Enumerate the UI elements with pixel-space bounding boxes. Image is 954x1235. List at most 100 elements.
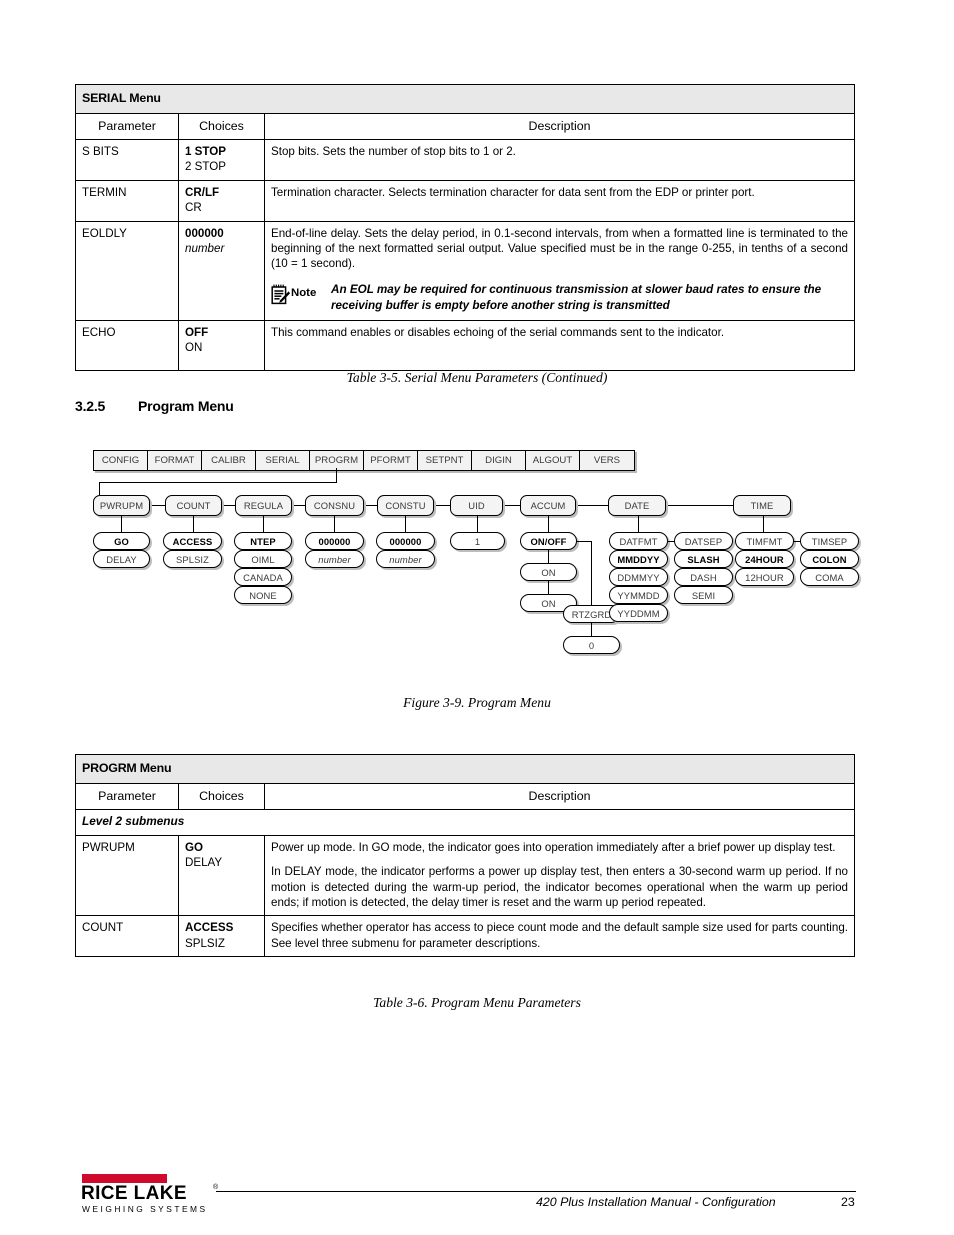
param-name: ECHO [75, 320, 179, 371]
choice-accum-on-1[interactable]: ON [520, 563, 577, 581]
node-timsep[interactable]: TIMSEP [800, 532, 859, 550]
menu-item-pformt[interactable]: PFORMT [364, 451, 418, 470]
node-timfmt[interactable]: TIMFMT [735, 532, 794, 550]
choice-ntep[interactable]: NTEP [234, 532, 292, 550]
choice-delay[interactable]: DELAY [93, 550, 150, 568]
choice-consnu-default[interactable]: 000000 [305, 532, 364, 550]
choice-rtzgrd-0[interactable]: 0 [563, 636, 620, 654]
param-choices: GO DELAY [178, 834, 265, 917]
menu-item-format[interactable]: FORMAT [148, 451, 202, 470]
menu-item-serial[interactable]: SERIAL [256, 451, 310, 470]
choice-default: 000000 [185, 226, 224, 240]
progrm-menu-table: PROGRM Menu Parameter Choices Descriptio… [75, 754, 855, 958]
column-header-parameter: Parameter [75, 782, 179, 810]
choice-go[interactable]: GO [93, 532, 150, 550]
page-footer: RICE LAKE ® WEIGHING SYSTEMS 420 Plus In… [0, 1168, 954, 1228]
figure-caption: Figure 3-9. Program Menu [403, 695, 551, 710]
connector [666, 505, 736, 507]
menu-item-config[interactable]: CONFIG [94, 451, 148, 470]
menu-item-setpnt[interactable]: SETPNT [418, 451, 472, 470]
connector [263, 516, 265, 532]
table-header-row: Parameter Choices Description [75, 782, 855, 810]
choice-on-off[interactable]: ON/OFF [520, 532, 577, 550]
serial-table-caption: Table 3-5. Serial Menu Parameters (Conti… [346, 370, 608, 385]
choice-12hour[interactable]: 12HOUR [735, 568, 794, 586]
choice-24hour[interactable]: 24HOUR [735, 550, 794, 568]
choice-semi[interactable]: SEMI [674, 586, 733, 604]
choice-alt: SPLSIZ [185, 936, 225, 950]
progrm-table-title: PROGRM Menu [75, 754, 855, 784]
param-description: End-of-line delay. Sets the delay period… [264, 220, 855, 322]
param-name: PWRUPM [75, 834, 179, 917]
node-pwrupm[interactable]: PWRUPM [93, 495, 150, 516]
node-consnu[interactable]: CONSNU [305, 495, 364, 516]
connector [99, 482, 337, 484]
param-choices: 1 STOP 2 STOP [178, 139, 265, 181]
param-description: Power up mode. In GO mode, the indicator… [264, 834, 855, 917]
menu-item-digin[interactable]: DIGIN [472, 451, 526, 470]
table-row: COUNT ACCESS SPLSIZ Specifies whether op… [75, 915, 855, 958]
note-label: Note [291, 287, 317, 300]
menu-bar: CONFIG FORMAT CALIBR SERIAL PROGRM PFORM… [93, 450, 635, 471]
param-name: S BITS [75, 139, 179, 181]
choice-canada[interactable]: CANADA [234, 568, 292, 586]
menu-item-vers[interactable]: VERS [580, 451, 634, 470]
node-datfmt[interactable]: DATFMT [609, 532, 668, 550]
choice-uid-1[interactable]: 1 [450, 532, 505, 550]
choice-consnu-number[interactable]: number [305, 550, 364, 568]
menu-item-algout[interactable]: ALGOUT [526, 451, 580, 470]
footer-manual-title: 420 Plus Installation Manual - Configura… [536, 1195, 776, 1209]
serial-menu-table: SERIAL Menu Parameter Choices Descriptio… [75, 84, 855, 371]
connector [763, 516, 765, 532]
progrm-table-caption: Table 3-6. Program Menu Parameters [373, 995, 581, 1010]
choice-access[interactable]: ACCESS [163, 532, 222, 550]
param-choices: CR/LF CR [178, 179, 265, 222]
connector [334, 516, 336, 532]
choice-none[interactable]: NONE [234, 586, 292, 604]
param-name: TERMIN [75, 179, 179, 222]
node-date[interactable]: DATE [608, 495, 666, 516]
choice-yyddmm[interactable]: YYDDMM [609, 604, 668, 622]
choice-constu-default[interactable]: 000000 [376, 532, 435, 550]
table-title-row: SERIAL Menu [75, 84, 855, 114]
logo-accent-bar [82, 1174, 167, 1183]
node-uid[interactable]: UID [450, 495, 503, 516]
table-row: TERMIN CR/LF CR Termination character. S… [75, 179, 855, 222]
column-header-description: Description [264, 112, 855, 140]
footer-divider [216, 1191, 856, 1193]
choice-slash[interactable]: SLASH [674, 550, 733, 568]
choice-default: ACCESS [185, 921, 234, 935]
connector [405, 516, 407, 532]
choice-coma[interactable]: COMA [800, 568, 859, 586]
node-datsep[interactable]: DATSEP [674, 532, 733, 550]
connector [477, 516, 479, 532]
choice-yymmdd[interactable]: YYMMDD [609, 586, 668, 604]
node-time[interactable]: TIME [733, 495, 791, 516]
choice-ddmmyy[interactable]: DDMMYY [609, 568, 668, 586]
choice-mmddyy[interactable]: MMDDYY [609, 550, 668, 568]
table-subheader-row: Level 2 submenus [75, 809, 855, 836]
node-count[interactable]: COUNT [165, 495, 222, 516]
connector [193, 516, 195, 532]
connector [121, 516, 123, 532]
node-constu[interactable]: CONSTU [377, 495, 434, 516]
program-menu-diagram: CONFIG FORMAT CALIBR SERIAL PROGRM PFORM… [0, 440, 954, 690]
param-name: EOLDLY [75, 220, 179, 322]
choice-splsiz[interactable]: SPLSIZ [163, 550, 222, 568]
menu-item-calibr[interactable]: CALIBR [202, 451, 256, 470]
node-accum[interactable]: ACCUM [520, 495, 576, 516]
note-badge: Note [271, 282, 325, 305]
table-row: EOLDLY 000000 number End-of-line delay. … [75, 220, 855, 322]
choice-constu-number[interactable]: number [376, 550, 435, 568]
node-regula[interactable]: REGULA [235, 495, 292, 516]
choice-dash[interactable]: DASH [674, 568, 733, 586]
document-page: SERIAL Menu Parameter Choices Descriptio… [0, 0, 954, 1235]
param-description: This command enables or disables echoing… [264, 320, 855, 371]
table-row: PWRUPM GO DELAY Power up mode. In GO mod… [75, 834, 855, 917]
choice-oiml[interactable]: OIML [234, 550, 292, 568]
param-description: Stop bits. Sets the number of stop bits … [264, 139, 855, 181]
param-choices: OFF ON [178, 320, 265, 371]
choice-colon[interactable]: COLON [800, 550, 859, 568]
connector [591, 541, 593, 605]
table-title-row: PROGRM Menu [75, 754, 855, 784]
